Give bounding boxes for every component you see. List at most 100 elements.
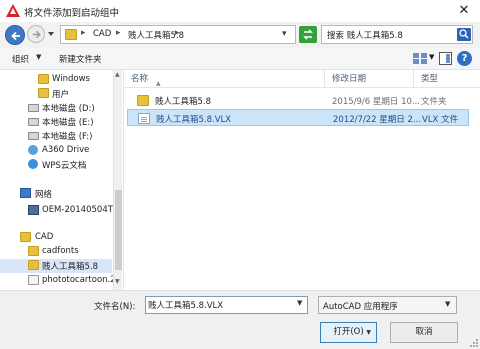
close-icon: ✕ bbox=[458, 3, 470, 18]
sidebar-item-users[interactable]: 用户 bbox=[0, 87, 112, 101]
sidebar-item-computer[interactable]: OEM-20140504TN bbox=[0, 204, 119, 218]
chevron-down-icon[interactable]: ▼ bbox=[366, 323, 371, 342]
sidebar-item-label: 本地磁盘 (F:) bbox=[42, 132, 93, 142]
cloud-icon bbox=[28, 159, 38, 169]
search-input[interactable]: 搜索 贱人工具箱5.8 bbox=[327, 29, 403, 41]
cancel-button-label: 取消 bbox=[415, 327, 433, 337]
folder-icon bbox=[38, 88, 49, 98]
sidebar-item-label: 本地磁盘 (E:) bbox=[42, 118, 94, 128]
breadcrumb-separator: ▸ bbox=[81, 28, 86, 38]
sort-ascending-icon: ▲ bbox=[156, 80, 161, 87]
address-bar[interactable]: ▸ CAD ▸ 贱人工具箱5.8 ▸ ▾ bbox=[60, 25, 296, 44]
dialog-footer: 文件名(N): ▼ AutoCAD 应用程序 ▼ 打开(O) ▼ 取消 bbox=[0, 290, 480, 349]
document-icon bbox=[138, 113, 150, 124]
file-row[interactable]: 贱人工具箱5.8 2015/9/6 星期日 10... 文件夹 bbox=[127, 92, 469, 109]
file-open-dialog: 将文件添加到启动组中 ✕ ▸ CAD ▸ 贱人工具箱5.8 ▸ ▾ 搜索 贱人工… bbox=[0, 0, 480, 349]
drive-icon bbox=[28, 132, 39, 140]
file-type-filter-value: AutoCAD 应用程序 bbox=[323, 302, 398, 312]
file-date: 2015/9/6 星期日 10... bbox=[332, 97, 421, 107]
open-button[interactable]: 打开(O) ▼ bbox=[320, 322, 377, 343]
sidebar-item-label: 用户 bbox=[52, 90, 70, 100]
cancel-button[interactable]: 取消 bbox=[390, 322, 458, 343]
new-folder-button[interactable]: 新建文件夹 bbox=[59, 53, 102, 65]
chevron-down-icon[interactable]: ▼ bbox=[36, 53, 41, 61]
scroll-up-icon[interactable]: ▲ bbox=[115, 71, 120, 78]
chevron-down-icon[interactable]: ▼ bbox=[429, 53, 434, 61]
folder-icon bbox=[38, 74, 49, 84]
search-field[interactable]: 搜索 贱人工具箱5.8 bbox=[321, 25, 473, 44]
sidebar-item-label: WPS云文档 bbox=[42, 161, 87, 171]
folder-icon bbox=[20, 232, 31, 242]
sidebar-item-network[interactable]: 网络 bbox=[0, 187, 112, 201]
view-options-icon[interactable] bbox=[412, 52, 428, 65]
sidebar-item-label: CAD bbox=[35, 232, 54, 242]
file-row-selected[interactable]: 贱人工具箱5.8.VLX 2012/7/22 星期日 2... VLX 文件 bbox=[127, 109, 469, 126]
forward-arrow-icon bbox=[32, 30, 41, 39]
breadcrumb-separator: ▸ bbox=[175, 28, 180, 38]
scrollbar-thumb[interactable] bbox=[115, 190, 122, 270]
recent-locations-chevron-icon[interactable] bbox=[47, 30, 55, 38]
command-toolbar: 组织 ▼ 新建文件夹 ▼ ? bbox=[0, 48, 480, 70]
sidebar-item-label: Windows bbox=[52, 74, 90, 84]
computer-icon bbox=[28, 205, 39, 215]
chevron-down-icon[interactable]: ▼ bbox=[445, 300, 450, 308]
sidebar-item-label: A360 Drive bbox=[42, 145, 90, 155]
sidebar-item-current-folder[interactable]: 贱人工具箱5.8 bbox=[0, 259, 112, 273]
filename-combobox[interactable]: ▼ bbox=[145, 296, 308, 314]
sidebar-item-drive-e[interactable]: 本地磁盘 (E:) bbox=[0, 115, 112, 129]
search-icon[interactable] bbox=[457, 28, 471, 41]
file-name: 贱人工具箱5.8.VLX bbox=[156, 115, 232, 125]
folder-icon bbox=[65, 29, 77, 40]
forward-button[interactable] bbox=[27, 25, 45, 43]
file-list: 名称 ▲ 修改日期 类型 贱人工具箱5.8 2015/9/6 星期日 10...… bbox=[123, 70, 480, 290]
navigation-bar: ▸ CAD ▸ 贱人工具箱5.8 ▸ ▾ 搜索 贱人工具箱5.8 bbox=[0, 22, 480, 48]
folder-icon bbox=[28, 246, 39, 256]
sidebar-item-cad[interactable]: CAD bbox=[0, 231, 112, 245]
sidebar-item-label: 本地磁盘 (D:) bbox=[42, 104, 95, 114]
column-header-type[interactable]: 类型 bbox=[414, 70, 464, 88]
breadcrumb-separator: ▸ bbox=[116, 28, 121, 38]
sidebar-item-cadfonts[interactable]: cadfonts bbox=[0, 245, 112, 259]
column-header-row: 名称 ▲ 修改日期 类型 bbox=[124, 70, 480, 88]
back-button[interactable] bbox=[5, 25, 25, 45]
navigation-scrollbar[interactable]: ▲ ▼ bbox=[113, 70, 122, 290]
column-header-name[interactable]: 名称 ▲ bbox=[124, 70, 325, 88]
network-icon bbox=[20, 188, 31, 198]
column-header-date[interactable]: 修改日期 bbox=[325, 70, 414, 88]
window-title: 将文件添加到启动组中 bbox=[24, 8, 120, 19]
sidebar-item-label: 网络 bbox=[35, 190, 53, 200]
column-header-label: 类型 bbox=[421, 74, 439, 84]
refresh-button[interactable] bbox=[299, 26, 317, 43]
close-button[interactable]: ✕ bbox=[451, 2, 477, 20]
back-arrow-icon bbox=[11, 31, 20, 41]
resize-grip-icon[interactable] bbox=[469, 338, 479, 348]
sidebar-item-phototocartoon[interactable]: phototocartoon.2 bbox=[0, 274, 116, 288]
filename-label: 文件名(N): bbox=[94, 302, 136, 312]
autocad-logo-icon bbox=[6, 4, 20, 17]
image-icon bbox=[28, 275, 39, 285]
file-type-filter[interactable]: AutoCAD 应用程序 ▼ bbox=[318, 296, 457, 314]
sidebar-item-drive-d[interactable]: 本地磁盘 (D:) bbox=[0, 101, 112, 115]
file-type: 文件夹 bbox=[421, 97, 447, 107]
sidebar-item-wps-cloud[interactable]: WPS云文档 bbox=[0, 158, 112, 172]
chevron-down-icon[interactable]: ▾ bbox=[282, 29, 287, 39]
breadcrumb-cad[interactable]: CAD bbox=[93, 29, 111, 39]
filename-field[interactable] bbox=[148, 298, 293, 312]
sidebar-item-drive-f[interactable]: 本地磁盘 (F:) bbox=[0, 129, 112, 143]
open-button-label: 打开(O) bbox=[333, 327, 364, 337]
sidebar-item-a360-drive[interactable]: A360 Drive bbox=[0, 144, 112, 158]
cloud-icon bbox=[28, 145, 38, 155]
organize-menu-button[interactable]: 组织 bbox=[12, 53, 29, 65]
sidebar-item-label: phototocartoon.2 bbox=[42, 275, 116, 285]
sidebar-item-label: cadfonts bbox=[42, 246, 79, 256]
help-icon[interactable]: ? bbox=[457, 51, 472, 66]
file-type: VLX 文件 bbox=[422, 115, 459, 125]
scroll-down-icon[interactable]: ▼ bbox=[115, 278, 120, 285]
refresh-icon bbox=[303, 29, 313, 40]
preview-pane-icon[interactable] bbox=[439, 52, 452, 65]
sidebar-item-windows[interactable]: Windows bbox=[0, 73, 112, 87]
folder-icon bbox=[137, 95, 149, 106]
column-header-label: 修改日期 bbox=[332, 74, 367, 84]
title-bar: 将文件添加到启动组中 ✕ bbox=[0, 0, 480, 22]
chevron-down-icon[interactable]: ▼ bbox=[297, 299, 302, 307]
